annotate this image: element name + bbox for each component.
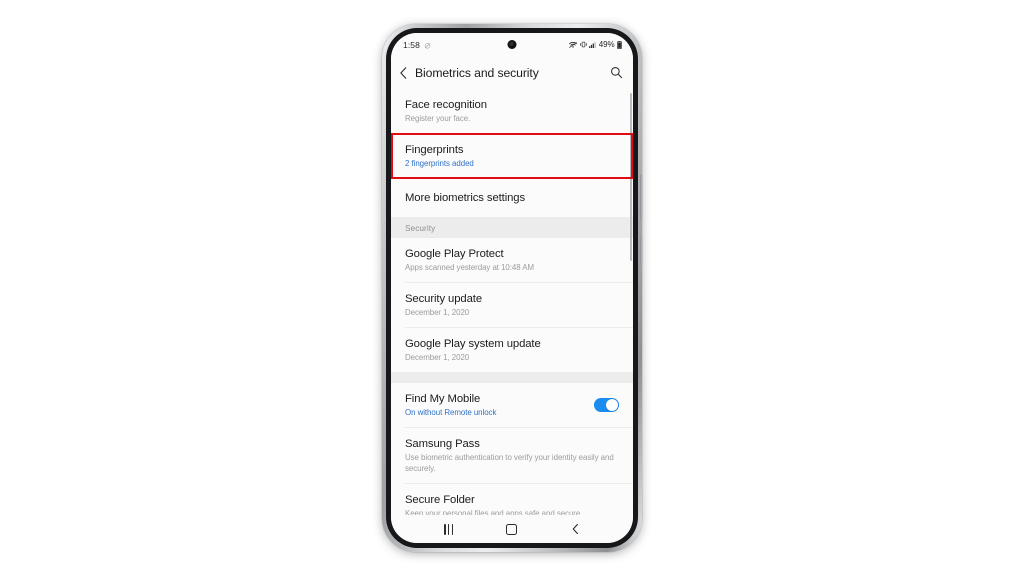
list-item-subtitle: Use biometric authentication to verify y…: [405, 453, 614, 473]
battery-percent: 49%: [598, 40, 615, 49]
section-header-security: Security: [391, 217, 633, 238]
list-item-find-my-mobile[interactable]: Find My Mobile On without Remote unlock: [391, 383, 633, 427]
app-bar: Biometrics and security: [391, 56, 633, 89]
search-icon[interactable]: [610, 66, 623, 79]
row-text: Google Play system update December 1, 20…: [405, 337, 619, 363]
list-item-title: Google Play Protect: [405, 248, 504, 260]
list-item-google-play-system-update[interactable]: Google Play system update December 1, 20…: [391, 328, 633, 372]
list-item-title: Google Play system update: [405, 338, 541, 350]
status-bar-right: 49%: [569, 40, 622, 49]
wifi-icon: [569, 41, 578, 48]
find-my-mobile-toggle[interactable]: [594, 398, 619, 412]
row-text: Security update December 1, 2020: [405, 292, 619, 318]
navigation-bar: [391, 515, 633, 543]
home-icon[interactable]: [495, 518, 529, 540]
row-text: Secure Folder Keep your personal files a…: [405, 493, 619, 515]
recents-icon[interactable]: [432, 518, 466, 540]
row-text: Samsung Pass Use biometric authenticatio…: [405, 437, 619, 474]
front-camera: [507, 40, 517, 49]
row-text: Google Play Protect Apps scanned yesterd…: [405, 247, 619, 273]
toggle-knob: [606, 399, 618, 411]
list-item-subtitle: Register your face.: [405, 114, 471, 123]
list-item-more-biometrics-settings[interactable]: More biometrics settings: [391, 179, 633, 217]
section-gap: [391, 372, 633, 383]
list-item-samsung-pass[interactable]: Samsung Pass Use biometric authenticatio…: [391, 428, 633, 483]
security-card: Google Play Protect Apps scanned yesterd…: [391, 238, 633, 372]
biometrics-card: Face recognition Register your face. Fin…: [391, 89, 633, 217]
row-text: Find My Mobile On without Remote unlock: [405, 392, 586, 418]
signal-icon: [589, 41, 597, 48]
phone-device: 1:58 49% Biometrics and security Face re…: [382, 24, 643, 552]
power-button[interactable]: [640, 236, 643, 266]
vibrate-icon: [579, 41, 587, 48]
list-item-subtitle: On without Remote unlock: [405, 408, 497, 417]
row-text: Fingerprints 2 fingerprints added: [405, 143, 619, 169]
volume-button[interactable]: [640, 174, 643, 220]
list-item-title: Fingerprints: [405, 144, 464, 156]
list-item-face-recognition[interactable]: Face recognition Register your face.: [391, 89, 633, 133]
list-item-security-update[interactable]: Security update December 1, 2020: [391, 283, 633, 327]
list-item-subtitle: Keep your personal files and apps safe a…: [405, 509, 583, 515]
back-icon[interactable]: [558, 518, 592, 540]
list-item-subtitle: December 1, 2020: [405, 308, 470, 317]
phone-screen: 1:58 49% Biometrics and security Face re…: [391, 33, 633, 543]
list-item-subtitle: 2 fingerprints added: [405, 159, 474, 168]
settings-list[interactable]: Face recognition Register your face. Fin…: [391, 89, 633, 515]
battery-icon: [617, 40, 622, 49]
services-card: Find My Mobile On without Remote unlock …: [391, 383, 633, 515]
list-item-title: Find My Mobile: [405, 393, 481, 405]
list-item-fingerprints[interactable]: Fingerprints 2 fingerprints added: [391, 133, 633, 179]
list-item-title: Samsung Pass: [405, 438, 480, 450]
list-item-title: Security update: [405, 293, 482, 305]
list-item-google-play-protect[interactable]: Google Play Protect Apps scanned yesterd…: [391, 238, 633, 282]
list-item-subtitle: Apps scanned yesterday at 10:48 AM: [405, 263, 535, 272]
back-chevron-icon[interactable]: [399, 66, 408, 80]
list-item-title: Secure Folder: [405, 494, 475, 506]
page-title: Biometrics and security: [415, 65, 539, 80]
screenshot-canvas: 1:58 49% Biometrics and security Face re…: [0, 0, 1024, 576]
status-bar-left: 1:58: [403, 40, 431, 50]
list-item-title: Face recognition: [405, 99, 487, 111]
list-item-subtitle: December 1, 2020: [405, 353, 470, 362]
list-item-secure-folder[interactable]: Secure Folder Keep your personal files a…: [391, 484, 633, 515]
alarm-off-icon: [424, 41, 431, 49]
row-text: Face recognition Register your face.: [405, 98, 619, 124]
status-bar: 1:58 49%: [391, 33, 633, 56]
row-text: More biometrics settings: [405, 191, 619, 205]
list-item-title: More biometrics settings: [405, 192, 526, 204]
status-bar-time: 1:58: [403, 39, 420, 50]
